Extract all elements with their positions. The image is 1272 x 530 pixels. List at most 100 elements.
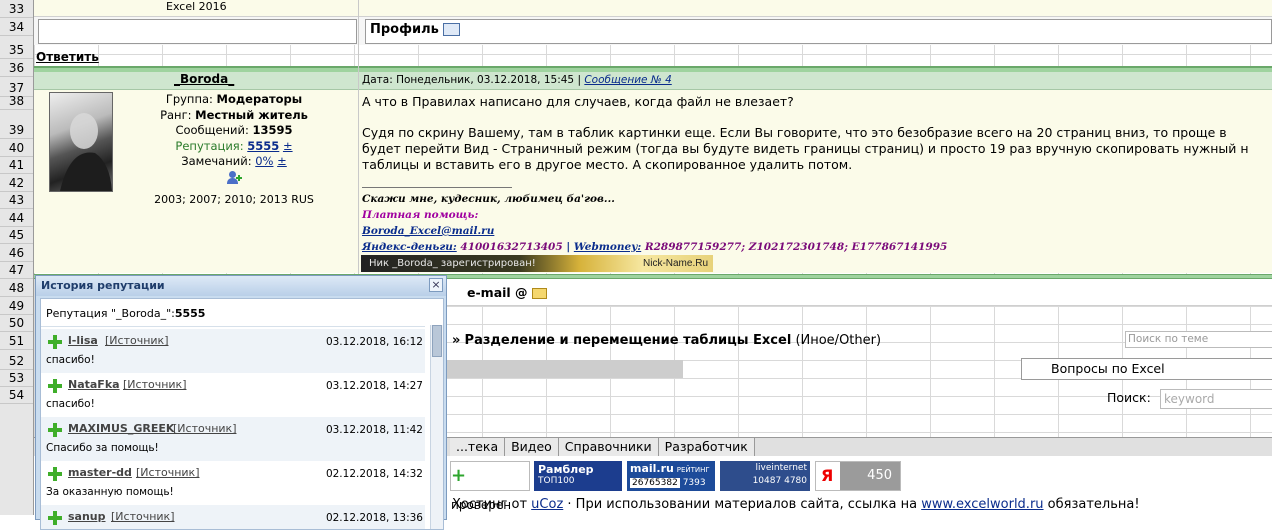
yandex-badge[interactable]: Я 450 xyxy=(815,461,901,491)
user-remarks: Замечаний: 0% ± xyxy=(112,154,356,170)
entry-source-link[interactable]: [Источник] xyxy=(173,422,236,435)
add-friend-icon[interactable] xyxy=(227,170,242,185)
row-number: 50 xyxy=(0,314,33,332)
separator: | xyxy=(577,74,581,86)
mailru-n1: 7393 xyxy=(682,478,706,488)
site-link[interactable]: www.excelworld.ru xyxy=(921,497,1043,512)
remarks-link[interactable]: 0% xyxy=(255,154,273,168)
close-icon[interactable]: × xyxy=(429,278,443,292)
user-versions: 2003; 2007; 2010; 2013 RUS xyxy=(154,193,314,206)
email-link[interactable]: e-mail @ xyxy=(467,285,547,300)
liveinternet-badge[interactable]: liveinternet 10487 4780 xyxy=(720,461,810,491)
entry-date: 03.12.2018, 16:12 xyxy=(325,336,423,348)
plus-icon xyxy=(48,379,62,393)
yandex-money-link[interactable]: Яндекс-деньги: xyxy=(362,241,457,253)
tab-reference[interactable]: Справочники xyxy=(558,438,659,456)
thread-title: » Разделение и перемещение таблицы Excel… xyxy=(452,333,881,348)
popup-titlebar[interactable]: История репутации × xyxy=(36,276,446,296)
popup-body: Репутация "_Boroda_":5555 l-lisa [Источн… xyxy=(40,298,444,530)
post-date: Дата: Понедельник, 03.12.2018, 15:45 | С… xyxy=(362,74,672,86)
group-label: Группа: xyxy=(165,92,213,106)
row-number: 33 xyxy=(0,0,33,18)
search-label: Поиск: xyxy=(1107,390,1151,405)
entry-source-link[interactable]: [Источник] xyxy=(123,378,186,391)
ucoz-link[interactable]: uCoz xyxy=(531,497,563,512)
author-name[interactable]: _Boroda_ xyxy=(174,72,234,86)
rambler-badge[interactable]: Рамблер ТОП100 xyxy=(534,461,622,491)
entry-date: 03.12.2018, 14:27 xyxy=(325,380,423,392)
row-headers: 33 34 35 36 37 38 39 40 41 42 43 44 45 4… xyxy=(0,0,34,515)
footer-text: Хостинг от uCoz · При использовании мате… xyxy=(452,497,1140,512)
group-value: Модераторы xyxy=(216,92,303,106)
nick-banner[interactable]: Ник _Boroda_ зарегистрирован! Nick-Name.… xyxy=(361,255,713,272)
reputation-entry: master-dd [Источник] 02.12.2018, 14:32 З… xyxy=(41,461,425,505)
reputation-history-popup[interactable]: История репутации × Репутация "_Boroda_"… xyxy=(35,275,447,530)
row-number: 39 xyxy=(0,121,33,139)
signature-paid-help: Платная помощь: xyxy=(362,209,479,221)
reputation-entry: NataFka [Источник] 03.12.2018, 14:27 спа… xyxy=(41,373,425,417)
entry-source-link[interactable]: [Источник] xyxy=(105,334,168,347)
search-topic-input[interactable]: Поиск по теме xyxy=(1125,331,1272,348)
post-date-text: Дата: Понедельник, 03.12.2018, 15:45 xyxy=(362,74,575,86)
row-number: 43 xyxy=(0,191,33,209)
row-number: 54 xyxy=(0,386,33,404)
entry-source-link[interactable]: [Источник] xyxy=(111,510,174,523)
entry-text: За оказанную помощь! xyxy=(46,486,174,498)
webmoney-link[interactable]: Webmoney: xyxy=(574,241,641,253)
search-input[interactable]: keyword xyxy=(1160,389,1272,409)
entry-text: спасибо! xyxy=(46,354,95,366)
signature-payments: Яндекс-деньги: 41001632713405 | Webmoney… xyxy=(362,239,947,255)
forum-select-value: Вопросы по Excel xyxy=(1051,361,1165,376)
entry-date: 02.12.2018, 13:36 xyxy=(325,512,423,524)
proveren-badge[interactable]: + проверен xyxy=(450,461,530,512)
popup-divider xyxy=(41,326,425,327)
tab-library[interactable]: ...тека xyxy=(450,438,506,456)
forum-select[interactable]: Вопросы по Excel xyxy=(1021,358,1272,380)
tab-developer[interactable]: Разработчик xyxy=(658,438,755,456)
popup-title: История репутации xyxy=(41,279,165,292)
message-number-link[interactable]: Сообщение № 4 xyxy=(584,74,671,86)
entry-user-link[interactable]: l-lisa xyxy=(68,334,98,347)
reputation-change-button[interactable]: ± xyxy=(283,139,293,153)
popup-subtitle-label: Репутация "_Boroda_": xyxy=(46,307,175,320)
user-reputation: Репутация: 5555 ± xyxy=(112,139,356,155)
popup-scrollbar[interactable] xyxy=(430,325,443,529)
remarks-change-button[interactable]: ± xyxy=(277,154,287,168)
thread-title-link[interactable]: Разделение и перемещение таблицы Excel xyxy=(465,333,792,348)
profile-label: Профиль xyxy=(370,22,439,37)
mailru-label: mail.ru xyxy=(630,462,674,475)
signature-email-link[interactable]: Boroda_Excel@mail.ru xyxy=(362,223,947,239)
reply-link[interactable]: Ответить xyxy=(36,50,99,64)
entry-user-link[interactable]: NataFka xyxy=(68,378,120,391)
reputation-link[interactable]: 5555 xyxy=(247,139,279,153)
popup-subtitle-value: 5555 xyxy=(174,307,206,320)
plus-icon xyxy=(48,423,62,437)
user-messages: Сообщений: 13595 xyxy=(112,123,356,139)
row-number: 48 xyxy=(0,279,33,297)
entry-user-link[interactable]: sanup xyxy=(68,510,106,523)
webmoney-value: R289877159277; Z102172301748; E177867141… xyxy=(644,241,948,253)
footer-post: обязательна! xyxy=(1047,497,1140,512)
profile-link[interactable]: Профиль xyxy=(370,22,461,37)
row-number: 35 xyxy=(0,41,33,59)
avatar-silhouette xyxy=(60,113,112,191)
profile-field xyxy=(365,19,1272,44)
empty-field[interactable] xyxy=(38,19,357,44)
li-n1: 10487 xyxy=(752,476,782,486)
excel-version-text: Excel 2016 xyxy=(166,0,227,13)
user-info: Группа: Модераторы Ранг: Местный житель … xyxy=(112,92,356,208)
thread-prefix: » xyxy=(452,333,461,348)
entry-source-link[interactable]: [Источник] xyxy=(136,466,199,479)
messages-label: Сообщений: xyxy=(175,123,249,137)
post-line: А что в Правилах написано для случаев, к… xyxy=(362,94,794,109)
entry-user-link[interactable]: master-dd xyxy=(68,466,132,479)
tab-video[interactable]: Видео xyxy=(505,438,559,456)
popup-scrollbar-thumb[interactable] xyxy=(432,325,442,357)
row-number: 49 xyxy=(0,297,33,315)
mailru-badge[interactable]: mail.ru РЕЙТИНГ 26765382 7393 xyxy=(627,461,715,491)
entry-user-link[interactable]: MAXIMUS_GREEK xyxy=(68,422,174,435)
rank-value: Местный житель xyxy=(195,107,308,122)
avatar xyxy=(49,92,113,192)
row-number: 51 xyxy=(0,332,33,350)
rank-label: Ранг: xyxy=(160,107,192,122)
